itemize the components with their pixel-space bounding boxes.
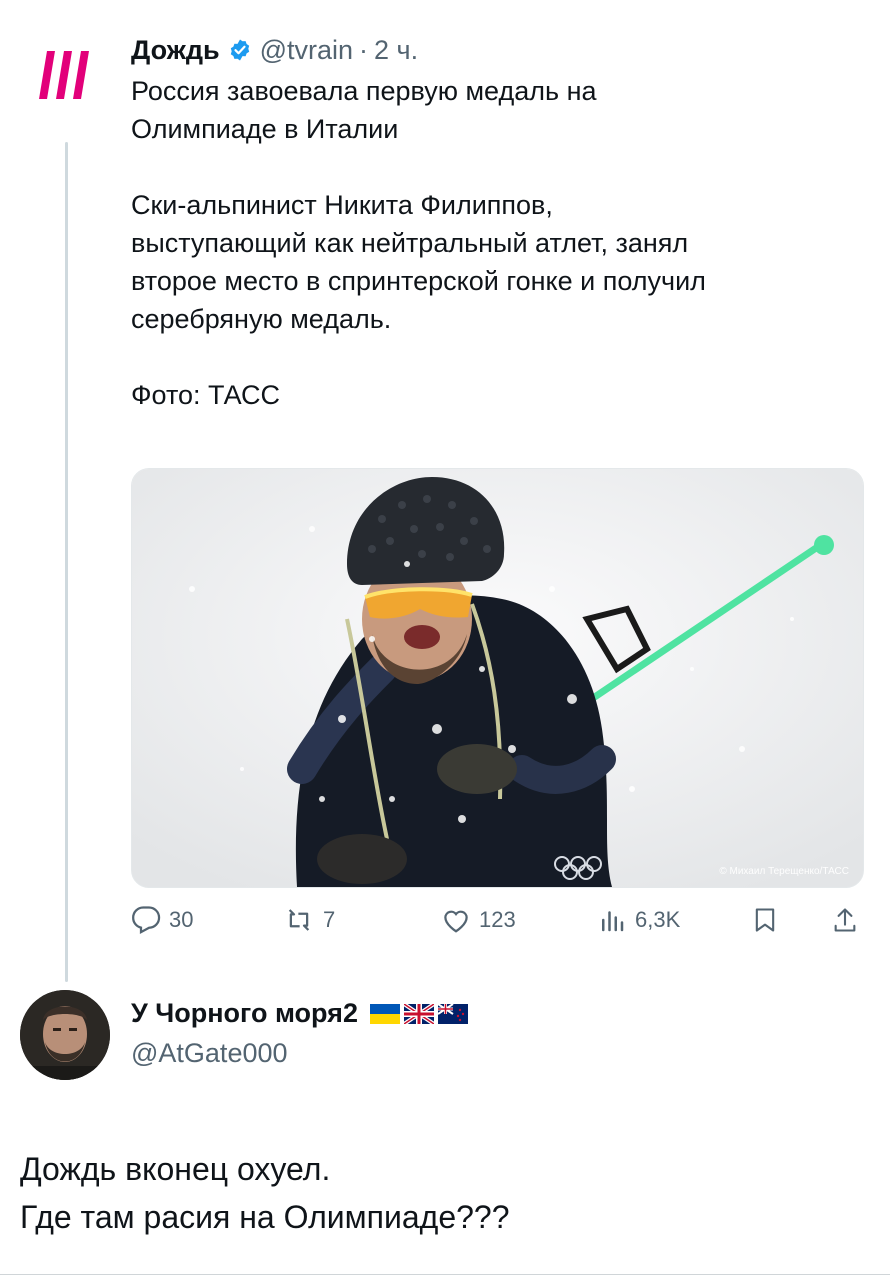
- like-icon: [444, 910, 468, 933]
- reply-button[interactable]: 30: [131, 900, 193, 940]
- divider: [0, 1274, 890, 1275]
- author-name[interactable]: Дождь: [131, 35, 220, 66]
- views-icon: [602, 911, 624, 932]
- reply-text-line: Где там расия на Олимпиаде???: [20, 1199, 510, 1235]
- reply-count: 30: [169, 907, 194, 932]
- tvrain-logo-icon: [39, 51, 89, 99]
- tweet-text-line: Олимпиаде в Италии: [131, 114, 399, 144]
- reply-author-name[interactable]: У Чорного моря2: [131, 998, 468, 1029]
- like-count: 123: [479, 907, 516, 932]
- tweet-text-line: Ски-альпинист Никита Филиппов,: [131, 190, 553, 220]
- repost-button[interactable]: 7: [283, 900, 335, 940]
- reply-author-name-text: У Чорного моря2: [131, 998, 358, 1028]
- tweet-text-line: второе место в спринтерской гонке и полу…: [131, 266, 706, 296]
- repost-count: 7: [323, 907, 336, 932]
- tweet: Дождь @tvrain · 2 ч. Россия завоевала пе…: [131, 28, 861, 414]
- reply-icon: [132, 906, 161, 935]
- like-button[interactable]: 123: [441, 900, 516, 940]
- tweet-text-line: Россия завоевала первую медаль на: [131, 76, 597, 106]
- bookmark-button[interactable]: [751, 900, 779, 940]
- tweet-time[interactable]: 2 ч.: [374, 35, 418, 66]
- share-button[interactable]: [831, 900, 859, 940]
- tweet-photo[interactable]: © Михаил Терещенко/ТАСС: [131, 468, 864, 888]
- views-count: 6,3K: [635, 907, 681, 932]
- skier-photo: [132, 469, 863, 887]
- reply-text: Дождь вконец охуел. Где там расия на Оли…: [20, 1145, 510, 1241]
- separator-dot: ·: [359, 34, 369, 65]
- bookmark-icon: [755, 908, 775, 932]
- new-zealand-flag-icon: [437, 1003, 468, 1024]
- tvrain-avatar[interactable]: [20, 30, 110, 120]
- uk-flag-icon: [403, 1003, 434, 1024]
- tweet-text-line: выступающий как нейтральный атлет, занял: [131, 228, 689, 258]
- photo-credit: © Михаил Терещенко/ТАСС: [719, 866, 849, 877]
- reply-author-handle[interactable]: @AtGate000: [131, 1038, 288, 1069]
- author-handle[interactable]: @tvrain: [260, 35, 353, 66]
- reply-text-line: Дождь вконец охуел.: [20, 1151, 331, 1187]
- reply-avatar[interactable]: [20, 990, 110, 1080]
- tweet-text: Россия завоевала первую медаль на Олимпи…: [131, 72, 861, 414]
- tweet-header: Дождь @tvrain · 2 ч.: [131, 28, 861, 72]
- user-avatar-photo: [20, 990, 110, 1080]
- tweet-action-bar: 30 7 123 6,3K: [131, 900, 863, 940]
- thread-connector-line: [65, 142, 68, 982]
- verified-badge-icon: [228, 38, 252, 62]
- ukraine-flag-icon: [369, 1003, 400, 1024]
- share-icon: [834, 908, 856, 932]
- photo-caption: Фото: ТАСС: [131, 380, 281, 410]
- flag-emojis: [369, 1003, 468, 1024]
- repost-icon: [288, 909, 310, 931]
- tweet-text-line: серебряную медаль.: [131, 304, 392, 334]
- views-button[interactable]: 6,3K: [597, 900, 680, 940]
